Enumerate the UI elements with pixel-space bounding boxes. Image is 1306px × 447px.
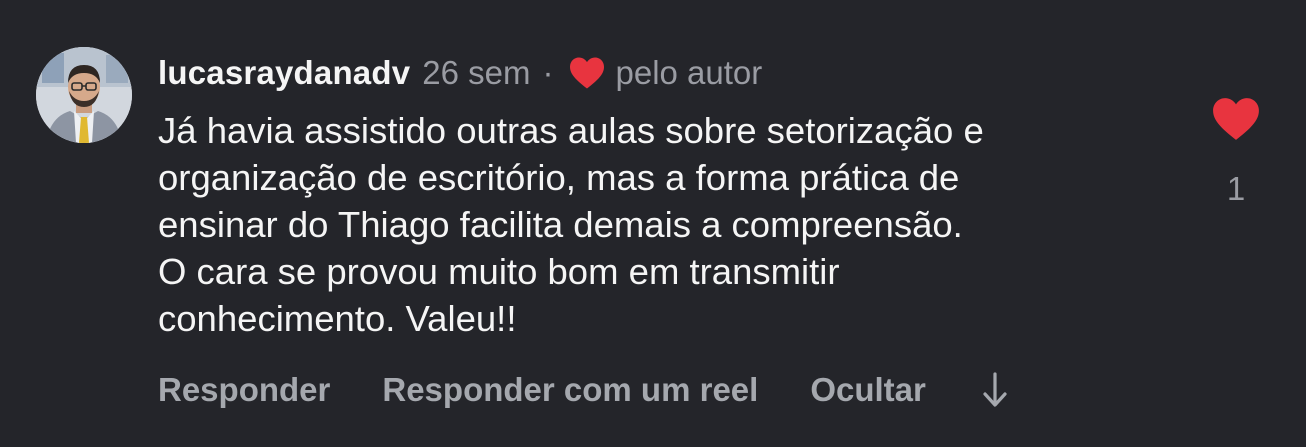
arrow-down-icon[interactable]	[978, 370, 1012, 410]
avatar[interactable]	[36, 47, 132, 143]
comment-meta: lucasraydanadv 26 sem · pelo autor	[158, 50, 762, 96]
comment-line: ensinar do Thiago facilita demais a comp…	[158, 204, 963, 245]
comment-line: conhecimento. Valeu!!	[158, 298, 517, 339]
separator-dot: ·	[542, 54, 554, 91]
hide-button[interactable]: Ocultar	[810, 371, 926, 409]
comment-actions: Responder Responder com um reel Ocultar	[158, 366, 1012, 414]
comment-line: O cara se provou muito bom em transmitir	[158, 251, 840, 292]
timestamp: 26 sem	[422, 54, 531, 91]
heart-icon[interactable]	[1211, 96, 1261, 142]
comment: lucasraydanadv 26 sem · pelo autor Já ha…	[0, 0, 1306, 447]
like-count[interactable]: 1	[1196, 170, 1276, 208]
reply-with-reel-button[interactable]: Responder com um reel	[382, 371, 758, 409]
profile-photo	[36, 47, 132, 143]
comment-text: Já havia assistido outras aulas sobre se…	[158, 107, 1168, 342]
like-area: 1	[1196, 92, 1276, 212]
username[interactable]: lucasraydanadv	[158, 54, 410, 92]
heart-icon	[568, 56, 606, 90]
liked-by-author-label: pelo autor	[615, 54, 763, 91]
reply-button[interactable]: Responder	[158, 371, 330, 409]
comment-line: Já havia assistido outras aulas sobre se…	[158, 110, 984, 151]
comment-line: organização de escritório, mas a forma p…	[158, 157, 960, 198]
